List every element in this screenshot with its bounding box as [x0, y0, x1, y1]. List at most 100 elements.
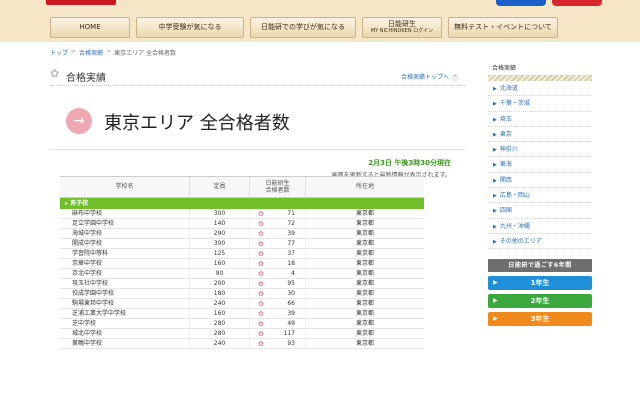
nav-mypage-login[interactable]: 日能研生 MY NICHINOKEN ログイン — [362, 17, 442, 38]
passed-count-cell: ✿ 39 — [250, 229, 306, 238]
passed-count: 95 — [287, 280, 295, 287]
table-row[interactable]: 京北中学校 90 ✿ 4 東京都 — [60, 269, 424, 279]
grade-label: 2年生 — [530, 297, 550, 306]
table-row[interactable]: 城北中学校 280 ✿ 117 東京都 — [60, 329, 424, 339]
passed-count-cell: ✿ 117 — [250, 329, 306, 338]
school-name[interactable]: 京北中学校 — [60, 269, 190, 278]
passed-count-cell: ✿ 77 — [250, 239, 306, 248]
school-name[interactable]: 京華中学校 — [60, 259, 190, 268]
arrow-icon: ▶ — [493, 315, 498, 323]
school-location: 東京都 — [355, 300, 374, 307]
school-capacity: 180 — [190, 289, 250, 298]
sidebar-area-item[interactable]: ▶ 東京 — [488, 127, 592, 143]
table-row[interactable]: 京華中学校 160 ✿ 18 東京都 — [60, 259, 424, 269]
table-row[interactable]: 海城中学校 290 ✿ 39 東京都 — [60, 229, 424, 239]
school-name[interactable]: 城北中学校 — [60, 329, 190, 338]
table-row[interactable]: 芝中学校 280 ✿ 49 東京都 — [60, 319, 424, 329]
passed-count-cell: ✿ 37 — [250, 249, 306, 258]
passed-count: 49 — [287, 320, 295, 327]
nav-free-test[interactable]: 無料テスト・イベントについて — [448, 17, 558, 38]
school-capacity: 300 — [190, 209, 250, 218]
school-location: 東京都 — [355, 330, 374, 337]
sidebar-area-label: 千葉・茨城 — [499, 100, 530, 108]
grade-label: 3年生 — [530, 315, 550, 324]
table-row[interactable]: 巣鴨中学校 240 ✿ 93 東京都 — [60, 339, 424, 349]
sakura-icon: ✿ — [258, 310, 264, 318]
school-capacity: 160 — [190, 259, 250, 268]
header-school: 学校名 — [60, 177, 190, 197]
sidebar-area-item[interactable]: ▶ 四国 — [488, 203, 592, 219]
grade-buttons: ▶ 1年生 ▶ 2年生 ▶ 3年生 — [488, 276, 592, 327]
sidebar-area-item[interactable]: ▶ 神奈川 — [488, 142, 592, 158]
school-capacity: 90 — [190, 269, 250, 278]
table-row[interactable]: 攻玉社中学校 200 ✿ 95 東京都 — [60, 279, 424, 289]
top-blue-button[interactable] — [496, 0, 546, 6]
table-row[interactable]: 足立学園中学校 140 ✿ 72 東京都 — [60, 219, 424, 229]
school-location: 東京都 — [355, 210, 374, 217]
nav-mypage-sub: MY NICHINOKEN ログイン — [370, 27, 434, 34]
school-capacity: 140 — [190, 219, 250, 228]
sidebar-area-item[interactable]: ▶ 埼玉 — [488, 112, 592, 127]
school-name[interactable]: 佼成学園中学校 — [60, 289, 190, 298]
passed-count-cell: ✿ 66 — [250, 299, 306, 308]
school-name[interactable]: 開成中学校 — [60, 239, 190, 248]
table-row[interactable]: 芝浦工業大学中学校 160 ✿ 39 東京都 — [60, 309, 424, 319]
school-capacity: 290 — [190, 229, 250, 238]
school-name[interactable]: 麻布中学校 — [60, 209, 190, 218]
bullet-arrow-icon: ▶ — [493, 116, 497, 123]
school-name[interactable]: 芝浦工業大学中学校 — [60, 309, 190, 318]
nav-exam-interest[interactable]: 中学受験が気になる — [136, 17, 244, 38]
sakura-icon: ✿ — [258, 210, 264, 218]
sidebar-area-item[interactable]: ▶ 北海道 — [488, 81, 592, 97]
results-top-link[interactable]: 合格実績トップへ ^ — [401, 72, 459, 82]
table-row[interactable]: 麻布中学校 300 ✿ 71 東京都 — [60, 209, 424, 219]
passed-count: 71 — [287, 210, 295, 217]
table-row[interactable]: 開成中学校 300 ✿ 77 東京都 — [60, 239, 424, 249]
nav-learning-label: 日能研での学びが気になる — [261, 22, 345, 31]
sidebar-area-label: 北海道 — [499, 85, 518, 92]
school-name[interactable]: 攻玉社中学校 — [60, 279, 190, 288]
school-name[interactable]: 巣鴨中学校 — [60, 339, 190, 348]
sidebar-area-item[interactable]: ▶ 東海 — [488, 157, 592, 173]
table-row[interactable]: 学習院中等科 125 ✿ 37 東京都 — [60, 249, 424, 259]
header-capacity: 定員 — [190, 177, 250, 197]
bullet-arrow-icon: ▶ — [493, 208, 497, 215]
sidebar-area-item[interactable]: ▶ その他のエリア — [488, 234, 592, 250]
sidebar-area-item[interactable]: ▶ 関西 — [488, 173, 592, 189]
school-name[interactable]: 駒場東邦中学校 — [60, 299, 190, 308]
school-name[interactable]: 学習院中等科 — [60, 249, 190, 258]
grade-button[interactable]: ▶ 1年生 — [488, 276, 592, 291]
school-name[interactable]: 海城中学校 — [60, 229, 190, 238]
section-title: 合格実績 — [66, 73, 106, 84]
group-boys-school[interactable]: ▸ 男子校 — [60, 198, 424, 209]
passed-count-cell: ✿ 72 — [250, 219, 306, 228]
top-red-button[interactable] — [552, 0, 602, 6]
school-capacity: 200 — [190, 279, 250, 288]
school-location: 東京都 — [355, 290, 374, 297]
sakura-icon: ✿ — [258, 320, 264, 328]
sidebar-area-item[interactable]: ▶ 広島・岡山 — [488, 188, 592, 204]
passed-count: 30 — [287, 290, 295, 297]
breadcrumb-results[interactable]: 合格実績 — [79, 48, 103, 57]
school-capacity: 125 — [190, 249, 250, 258]
passed-count: 93 — [287, 340, 295, 347]
school-name[interactable]: 足立学園中学校 — [60, 219, 190, 228]
sakura-icon: ✿ — [258, 270, 264, 278]
nav-mypage-label: 日能研生 — [388, 19, 416, 28]
breadcrumb-top[interactable]: トップ — [50, 48, 68, 57]
school-location: 東京都 — [355, 230, 374, 237]
nav-home[interactable]: HOME — [50, 17, 130, 38]
school-location: 東京都 — [355, 320, 374, 327]
table-row[interactable]: 駒場東邦中学校 240 ✿ 66 東京都 — [60, 299, 424, 309]
passed-count: 18 — [287, 260, 295, 267]
grade-button[interactable]: ▶ 2年生 — [488, 294, 592, 309]
sidebar-area-item[interactable]: ▶ 九州・沖縄 — [488, 219, 592, 234]
table-row[interactable]: 佼成学園中学校 180 ✿ 30 東京都 — [60, 289, 424, 299]
nav-learning[interactable]: 日能研での学びが気になる — [250, 17, 356, 38]
sidebar-area-item[interactable]: ▶ 千葉・茨城 — [488, 96, 592, 112]
school-name[interactable]: 芝中学校 — [60, 319, 190, 328]
school-capacity: 280 — [190, 319, 250, 328]
nichinoken-logo[interactable] — [46, 0, 116, 5]
grade-button[interactable]: ▶ 3年生 — [488, 312, 592, 327]
update-time: 2月3日 午後3時30分現在 — [368, 159, 451, 167]
